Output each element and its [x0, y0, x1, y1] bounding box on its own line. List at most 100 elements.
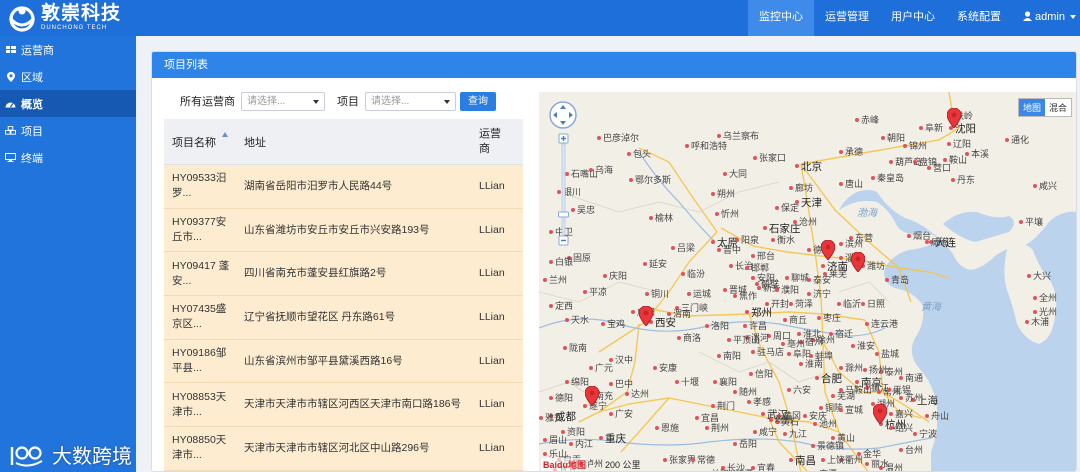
city-label: 全州 — [1039, 293, 1058, 303]
cell-project-name: HY09377安丘市... — [172, 216, 227, 244]
city-label: 淮北 — [803, 329, 822, 339]
city-dot — [783, 432, 787, 436]
nav-system-config[interactable]: 系统配置 — [946, 0, 1012, 36]
city-dot — [597, 136, 601, 140]
sidebar-item-projects[interactable]: 项目 — [0, 117, 136, 144]
sidebar-item-region[interactable]: 区域 — [0, 63, 136, 90]
project-pin-icon[interactable] — [585, 386, 599, 406]
city-label: 信阳 — [755, 369, 774, 379]
operator-select[interactable]: 请选择... — [241, 91, 325, 111]
sidebar-item-terminals[interactable]: 终端 — [0, 144, 136, 171]
city-label: 临汾 — [687, 269, 706, 279]
project-pin-icon[interactable] — [821, 240, 835, 260]
city-label: 衢州 — [845, 455, 864, 465]
city-dot — [789, 186, 793, 190]
table-row[interactable]: HY09377安丘市... 山东省潍坊市安丘市安丘市兴安路193号 LLian — [164, 208, 523, 253]
city-label: 益阳 — [711, 467, 729, 471]
cell-address: 天津市天津市市辖区河西区天津市南口路186号 — [244, 398, 462, 411]
column-header-name[interactable]: 项目名称 — [164, 119, 236, 164]
project-pin-icon[interactable] — [851, 252, 865, 272]
city-dot — [839, 388, 843, 392]
city-label: 鹤壁 — [761, 279, 780, 289]
city-label: 许昌 — [749, 321, 768, 331]
city-dot — [723, 172, 727, 176]
city-label: 德阳 — [555, 393, 574, 403]
column-header-operator[interactable]: 运营商 — [473, 119, 523, 164]
city-label: 景德镇 — [817, 441, 845, 451]
city-label: 大同 — [729, 169, 748, 179]
city-label: 济宁 — [813, 289, 832, 299]
city-dot — [711, 192, 715, 196]
user-menu[interactable]: admin — [1012, 0, 1080, 36]
city-label: 十堰 — [681, 377, 700, 387]
nav-operations[interactable]: 运营管理 — [814, 0, 880, 36]
city-label: 张家口 — [759, 153, 787, 163]
table-body: HY09533汨罗... 湖南省岳阳市汨罗市人民路44号 LLian HY09377安… — [164, 165, 523, 471]
city-dot — [609, 412, 613, 416]
project-select[interactable]: 请选择... — [365, 91, 456, 111]
city-dot — [763, 226, 767, 230]
project-pin-icon[interactable] — [639, 306, 653, 326]
city-dot — [543, 278, 547, 282]
logo-mark-icon — [6, 4, 38, 32]
city-label: 莱芜 — [829, 269, 848, 279]
city-label: 鹰潭 — [819, 467, 837, 471]
top-navbar: 敦崇科技 DUNCHONG TECH 监控中心 运营管理 用户中心 系统配置 a… — [0, 0, 1080, 36]
city-label: 陇南 — [569, 343, 588, 353]
brand-logo[interactable]: 敦崇科技 DUNCHONG TECH — [6, 3, 121, 33]
nav-user-center[interactable]: 用户中心 — [880, 0, 946, 36]
table-row[interactable]: HY07435盛京区... 辽宁省抚顺市望花区 丹东路61号 LLian — [164, 296, 523, 340]
column-header-address[interactable]: 地址 — [236, 119, 473, 164]
table-row[interactable]: HY08853天津市... 天津市天津市市辖区河西区天津市南口路186号 LLian — [164, 383, 523, 428]
map-view[interactable]: 北京天津石家庄太原济南郑州西安沈阳大连南京合肥武汉上海杭州重庆成都南昌呼和浩特包… — [539, 92, 1076, 471]
sidebar-item-operators[interactable]: 运营商 — [0, 36, 136, 63]
city-dot — [815, 376, 819, 380]
city-dot — [705, 324, 709, 328]
city-label: 大兴 — [1033, 271, 1052, 281]
city-label: 嘉兴 — [895, 409, 914, 419]
table-row[interactable]: HY09417 蓬安... 四川省南充市蓬安县红旗路2号 LLian — [164, 252, 523, 297]
city-label: 青岛 — [891, 275, 910, 285]
city-dot — [753, 156, 757, 160]
city-dot — [677, 336, 681, 340]
watermark: 大数跨境 — [8, 440, 132, 469]
map-type-hybrid[interactable]: 混合 — [1045, 99, 1071, 116]
city-dot — [823, 272, 827, 276]
city-dot — [783, 318, 787, 322]
nav-monitor-center[interactable]: 监控中心 — [748, 0, 815, 36]
city-label: 恩施 — [661, 423, 680, 433]
table-row[interactable]: HY08850天津市... 天津市天津市市辖区河北区中山路296号 LLian — [164, 427, 523, 471]
user-name: admin — [1035, 11, 1065, 23]
city-dot — [745, 310, 749, 314]
city-label: 平壤 — [1025, 217, 1044, 227]
city-dot — [715, 212, 719, 216]
city-dot — [627, 152, 631, 156]
table-row[interactable]: HY09533汨罗... 湖南省岳阳市汨罗市人民路44号 LLian — [164, 165, 523, 209]
map-type-switch: 地图 混合 — [1017, 98, 1072, 117]
city-dot — [711, 240, 715, 244]
map-type-map[interactable]: 地图 — [1018, 99, 1045, 116]
table-row[interactable]: HY09186邹平县... 山东省滨州市邹平县黛溪西路16号 LLian — [164, 339, 523, 384]
city-label: 庆阳 — [609, 271, 628, 281]
city-label: 六安 — [793, 385, 812, 395]
city-label: 荆门 — [717, 401, 736, 411]
query-button[interactable]: 查询 — [460, 91, 496, 111]
city-label: 焦作 — [739, 291, 758, 301]
cell-address: 四川省南充市蓬安县红旗路2号 — [244, 267, 387, 280]
city-dot — [829, 332, 833, 336]
city-label: 绍兴 — [895, 423, 914, 433]
sidebar-item-overview[interactable]: 概览 — [0, 90, 136, 117]
cell-operator: LLian — [479, 310, 505, 323]
city-label: 定西 — [555, 301, 574, 311]
watermark-text: 大数跨境 — [52, 446, 132, 468]
city-label: 丽水 — [871, 459, 890, 469]
city-dot — [751, 350, 755, 354]
project-pin-icon[interactable] — [947, 108, 961, 128]
project-pin-icon[interactable] — [873, 404, 887, 424]
city-dot — [839, 150, 843, 154]
city-label: 平顶山 — [733, 335, 761, 345]
city-dot — [839, 182, 843, 186]
city-dot — [807, 278, 811, 282]
city-dot — [747, 400, 751, 404]
filter-bar: 所有运营商 请选择... 项目 请选择... 查询 — [180, 91, 496, 111]
